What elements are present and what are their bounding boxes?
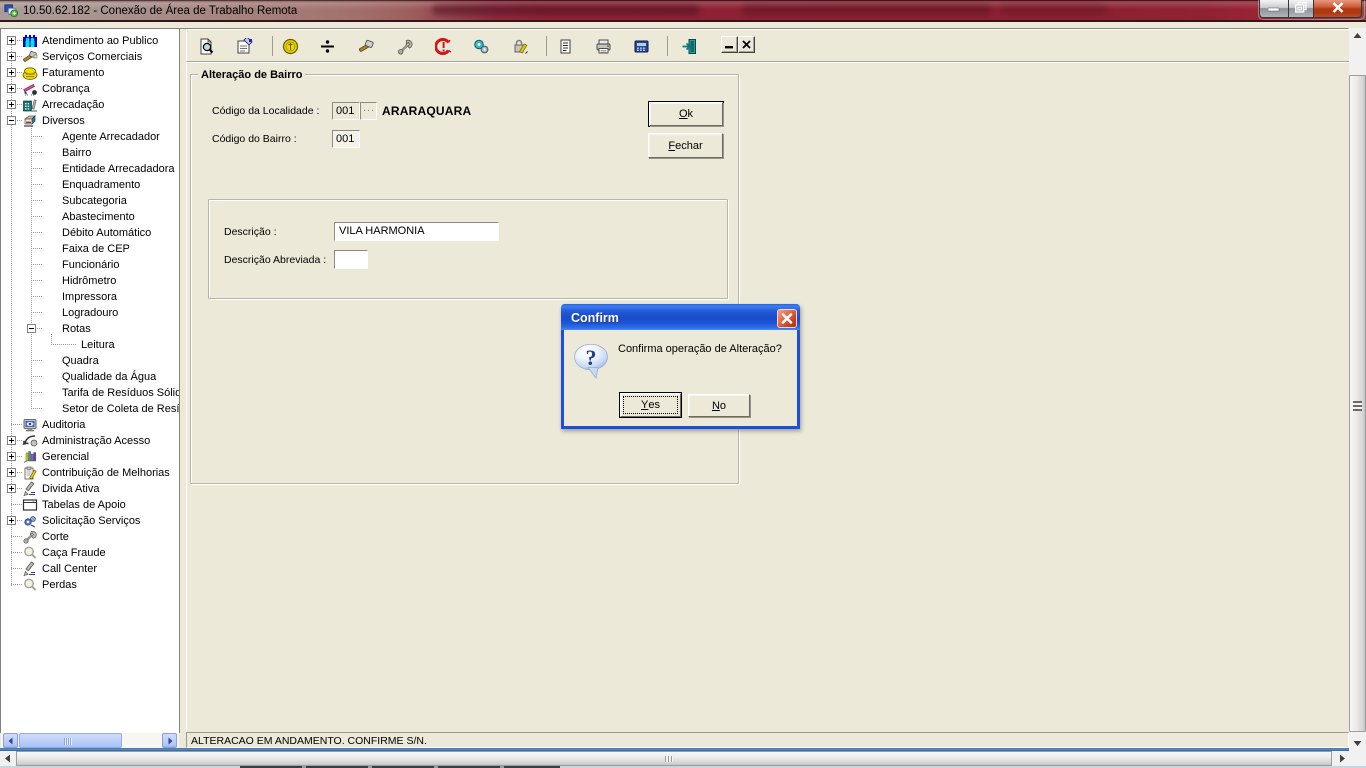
svg-text:?: ? <box>586 345 597 370</box>
